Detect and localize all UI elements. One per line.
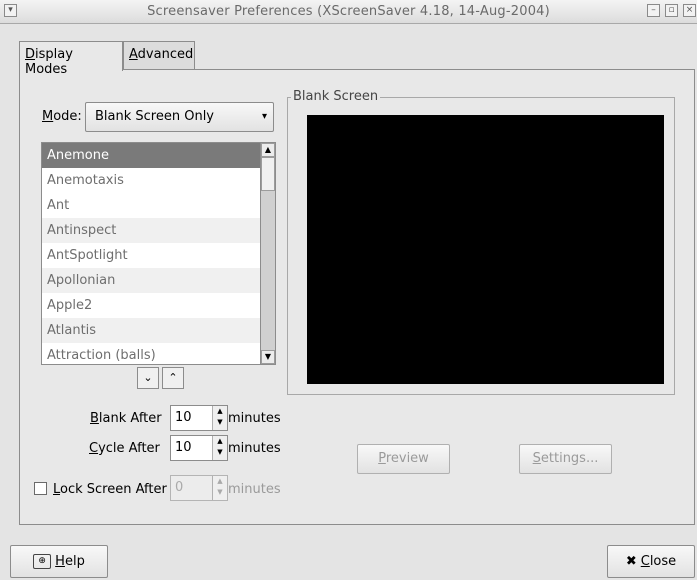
list-item[interactable]: Antinspect <box>42 218 260 243</box>
close-icon[interactable]: × <box>683 4 696 17</box>
spin-arrows-icon[interactable]: ▲ ▼ <box>212 476 227 500</box>
spin-arrows-icon[interactable]: ▲ ▼ <box>212 436 227 460</box>
close-button[interactable]: ✖ Close <box>607 545 695 578</box>
scrollbar-thumb[interactable] <box>261 157 275 191</box>
blank-after-label: Blank After <box>90 411 162 426</box>
mode-select[interactable]: Blank Screen Only ▾ <box>85 102 274 132</box>
tab-label: dvanced <box>137 47 194 62</box>
blank-after-unit: minutes <box>228 411 281 426</box>
window-title: Screensaver Preferences (XScreenSaver 4.… <box>147 4 550 19</box>
maximize-icon[interactable]: ▫ <box>665 4 678 17</box>
move-down-button[interactable]: ⌄ <box>137 367 159 389</box>
tab-accel: A <box>129 47 138 62</box>
mode-label: Mode: <box>42 109 82 124</box>
mode-value: Blank Screen Only <box>95 109 214 124</box>
chevron-down-icon: ⌄ <box>143 371 153 384</box>
list-item[interactable]: Atlantis <box>42 318 260 343</box>
blank-after-value: 10 <box>175 410 192 425</box>
title-bar: ▾ Screensaver Preferences (XScreenSaver … <box>0 0 697 24</box>
list-item[interactable]: Ant <box>42 193 260 218</box>
preview-frame-label: Blank Screen <box>291 89 381 104</box>
list-item[interactable]: Apollonian <box>42 268 260 293</box>
list-item[interactable]: AntSpotlight <box>42 243 260 268</box>
list-item[interactable]: Anemone <box>42 143 260 168</box>
list-item[interactable]: Apple2 <box>42 293 260 318</box>
lock-screen-value: 0 <box>175 480 184 495</box>
blank-after-spinner[interactable]: 10 ▲ ▼ <box>170 405 228 431</box>
spin-arrows-icon[interactable]: ▲ ▼ <box>212 406 227 430</box>
help-button[interactable]: ⊕ Help <box>10 545 108 578</box>
tab-advanced[interactable]: Advanced <box>123 41 195 69</box>
help-icon: ⊕ <box>33 554 52 569</box>
cycle-after-label: Cycle After <box>89 441 160 456</box>
preview-area <box>307 115 664 384</box>
scroll-down-icon[interactable]: ▼ <box>261 350 275 364</box>
scroll-up-icon[interactable]: ▲ <box>261 143 275 157</box>
tab-accel: D <box>25 47 36 62</box>
chevron-up-icon: ⌃ <box>168 371 178 384</box>
chevron-down-icon: ▾ <box>261 111 267 122</box>
cycle-after-value: 10 <box>175 440 192 455</box>
list-item[interactable]: Attraction (balls) <box>42 343 260 364</box>
x-icon: ✖ <box>625 554 637 569</box>
cycle-after-spinner[interactable]: 10 ▲ ▼ <box>170 435 228 461</box>
screensaver-list[interactable]: Anemone Anemotaxis Ant Antinspect AntSpo… <box>41 142 261 365</box>
preview-button[interactable]: Preview <box>357 444 450 474</box>
lock-screen-checkbox[interactable] <box>34 482 47 495</box>
cycle-after-unit: minutes <box>228 441 281 456</box>
lock-screen-spinner[interactable]: 0 ▲ ▼ <box>170 475 228 501</box>
list-item[interactable]: Anemotaxis <box>42 168 260 193</box>
lock-screen-label[interactable]: Lock Screen After <box>53 482 167 497</box>
list-scrollbar[interactable]: ▲ ▼ <box>260 142 276 365</box>
move-up-button[interactable]: ⌃ <box>162 367 184 389</box>
tab-display-modes[interactable]: Display Modes <box>19 41 123 77</box>
settings-button[interactable]: Settings... <box>519 444 612 474</box>
lock-screen-unit: minutes <box>228 482 281 497</box>
minimize-icon[interactable]: – <box>647 4 660 17</box>
